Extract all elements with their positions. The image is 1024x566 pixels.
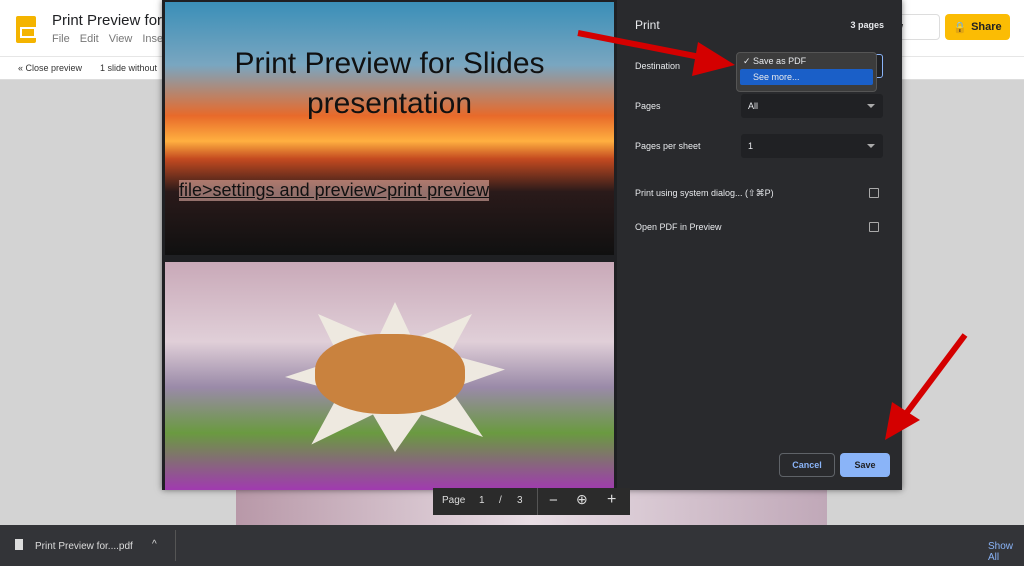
download-bar: Print Preview for....pdf ^ Show All — [0, 525, 1024, 566]
pages-select[interactable]: All — [741, 94, 883, 118]
share-label: Share — [971, 21, 1002, 33]
arrow-to-save — [902, 333, 968, 417]
slides-logo-icon — [16, 16, 36, 43]
print-settings-panel: Print 3 pages Destination ✓ Save as PDF … — [617, 0, 902, 490]
menu-bar: File Edit View Inse — [52, 33, 163, 45]
layout-option[interactable]: 1 slide without — [100, 63, 157, 73]
puppy-image — [315, 334, 465, 414]
zoom-fit-icon[interactable]: ⊕ — [576, 491, 588, 508]
option-see-more[interactable]: See more... — [740, 69, 873, 85]
menu-file[interactable]: File — [52, 33, 70, 45]
current-page[interactable]: 1 — [479, 495, 485, 506]
slide-title-line2: presentation — [306, 87, 473, 120]
preview-slide-2 — [165, 262, 614, 490]
destination-label: Destination — [635, 61, 681, 71]
document-title[interactable]: Print Preview for S — [52, 12, 176, 29]
menu-view[interactable]: View — [109, 33, 133, 45]
total-pages: 3 — [517, 495, 523, 506]
page-label: Page — [442, 495, 466, 506]
close-preview-button[interactable]: « Close preview — [18, 63, 82, 73]
share-button[interactable]: 🔒 Share — [945, 14, 1010, 40]
slide-link-text: file>settings and preview>print preview — [179, 180, 490, 201]
cancel-button[interactable]: Cancel — [779, 453, 835, 477]
download-item[interactable]: Print Preview for....pdf — [35, 541, 133, 552]
menu-insert[interactable]: Inse — [142, 33, 163, 45]
show-all-button[interactable]: Show All — [988, 541, 1024, 563]
lock-icon: 🔒 — [953, 21, 968, 34]
menu-edit[interactable]: Edit — [80, 33, 99, 45]
preview-pager: Page 1 / 3 − ⊕ + — [433, 488, 630, 515]
zoom-out-icon[interactable]: − — [549, 492, 558, 509]
open-pdf-link[interactable]: Open PDF in Preview — [635, 222, 722, 232]
pages-per-sheet-label: Pages per sheet — [635, 141, 701, 151]
page-separator: / — [499, 495, 502, 506]
option-label: Save as PDF — [753, 56, 807, 66]
preview-slide-1: Print Preview for Slides presentation fil… — [165, 2, 614, 255]
chevron-up-icon[interactable]: ^ — [152, 539, 157, 550]
page-count: 3 pages — [850, 20, 884, 30]
save-button[interactable]: Save — [840, 453, 890, 477]
zoom-in-icon[interactable]: + — [607, 491, 616, 509]
pages-label: Pages — [635, 101, 661, 111]
file-icon — [15, 539, 23, 550]
print-dialog: Print Preview for Slides presentation fil… — [162, 0, 902, 490]
destination-dropdown: ✓ Save as PDF See more... — [736, 52, 877, 92]
pages-per-sheet-select[interactable]: 1 — [741, 134, 883, 158]
print-heading: Print — [635, 18, 660, 32]
external-link-icon[interactable] — [869, 222, 879, 232]
option-save-as-pdf[interactable]: ✓ Save as PDF — [737, 53, 876, 69]
system-dialog-link[interactable]: Print using system dialog... (⇧⌘P) — [635, 188, 774, 199]
slide-title-line1: Print Preview for Slides — [234, 47, 545, 80]
external-link-icon[interactable] — [869, 188, 879, 198]
